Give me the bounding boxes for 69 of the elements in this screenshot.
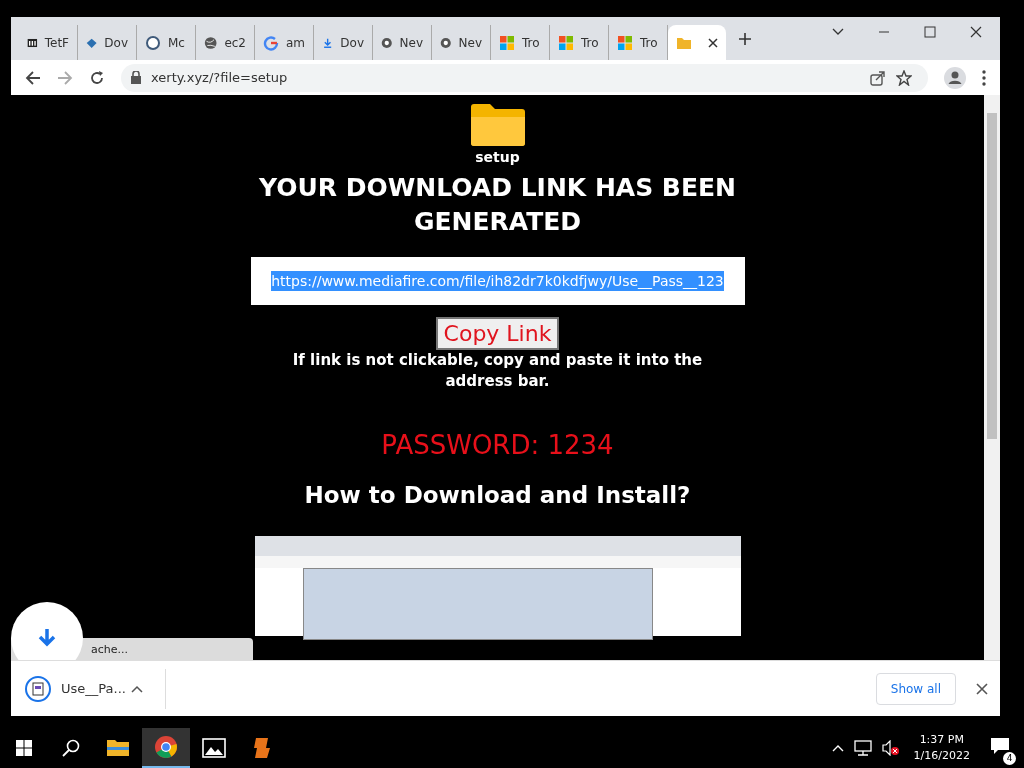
close-icon[interactable] — [976, 682, 988, 695]
more-vertical-icon[interactable] — [982, 69, 986, 86]
tab-title: Nev — [399, 35, 423, 50]
four-squares-icon — [499, 34, 515, 51]
g-icon — [263, 34, 279, 51]
lock-icon — [131, 71, 141, 84]
folder-icon — [469, 103, 526, 147]
clock[interactable]: 1:37 PM 1/16/2022 — [909, 732, 974, 764]
browser-tab[interactable]: Tro — [491, 25, 550, 60]
notification-count: 4 — [1003, 752, 1016, 765]
four-squares-icon — [617, 34, 633, 51]
reload-icon[interactable] — [89, 69, 105, 86]
page-heading: YOUR DOWNLOAD LINK HAS BEEN GENERATED — [258, 172, 737, 238]
profile-icon[interactable] — [944, 66, 966, 89]
close-icon[interactable] — [708, 37, 718, 48]
tab-title: Mc — [168, 35, 185, 50]
browser-tab[interactable]: Tro — [550, 25, 609, 60]
copy-link-button[interactable]: Copy Link — [435, 317, 560, 350]
share-icon[interactable] — [870, 69, 886, 86]
browser-tab[interactable]: TetF — [19, 25, 78, 60]
browser-tab[interactable]: Nev — [432, 25, 491, 60]
address-bar[interactable]: xerty.xyz/?file=setup — [121, 63, 928, 92]
back-arrow-icon[interactable] — [25, 69, 41, 86]
browser-tab[interactable]: Nev — [373, 25, 432, 60]
windows-start-icon[interactable] — [16, 740, 32, 756]
tab-title: Tro — [581, 35, 599, 50]
globe-icon — [204, 34, 218, 51]
maximize-icon[interactable] — [924, 26, 936, 38]
tab-title: Dov — [340, 35, 364, 50]
close-icon[interactable] — [970, 26, 982, 38]
four-squares-icon — [558, 34, 574, 51]
status-text: ache... — [91, 642, 129, 656]
time-text: 1:37 PM — [919, 732, 964, 748]
tab-title: TetF — [44, 35, 69, 50]
chevron-up-icon[interactable] — [831, 744, 844, 752]
tab-title: Tro — [640, 35, 658, 50]
url-text: xerty.xyz/?file=setup — [151, 70, 288, 85]
download-item[interactable]: Use__Pa... — [25, 675, 155, 702]
link-text: https://www.mediafire.com/file/ih82dr7k0kdfjwy/Use__Pass__123 — [271, 271, 724, 291]
star-icon[interactable] — [896, 69, 912, 86]
search-icon[interactable] — [62, 739, 80, 757]
tab-title: am — [285, 35, 305, 50]
caret-up-icon[interactable] — [131, 684, 143, 693]
browser-tab[interactable]: Dov — [314, 25, 373, 60]
browser-tab[interactable]: am — [255, 25, 314, 60]
chevron-down-icon[interactable] — [832, 28, 844, 36]
notification-icon[interactable] — [990, 737, 1010, 755]
hint-text: If link is not clickable, copy and paste it into the address bar. — [291, 350, 704, 392]
browser-tab[interactable]: ec2 — [196, 25, 255, 60]
date-text: 1/16/2022 — [913, 748, 970, 764]
browser-tab[interactable]: Dov — [78, 25, 137, 60]
browser-tab[interactable]: Mc — [137, 25, 196, 60]
tab-title: Nev — [458, 35, 482, 50]
landscape-picture-icon — [202, 736, 226, 760]
network-icon[interactable] — [853, 740, 872, 756]
scrollbar[interactable] — [984, 95, 1000, 660]
file-name: setup — [475, 149, 520, 165]
volume-muted-icon[interactable] — [881, 740, 900, 756]
download-icon — [36, 627, 58, 649]
taskbar-app[interactable] — [142, 728, 190, 768]
tab-title: Tro — [522, 35, 540, 50]
download-indicator[interactable] — [11, 602, 83, 660]
password-text: PASSWORD: 1234 — [381, 430, 614, 460]
archive-file-icon — [25, 675, 51, 702]
show-all-button[interactable]: Show all — [875, 672, 956, 705]
tab-title: Dov — [104, 35, 128, 50]
plus-icon[interactable] — [738, 31, 752, 46]
tab-title: ec2 — [224, 35, 246, 50]
section-heading: How to Download and Install? — [304, 482, 691, 508]
